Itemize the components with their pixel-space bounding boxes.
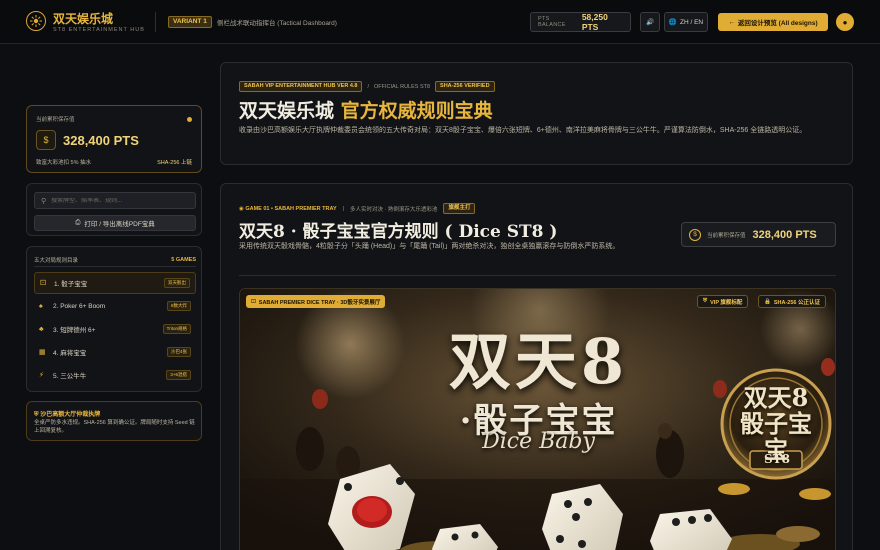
coin-icon: $ (689, 228, 701, 241)
printer-icon: ⎙ (75, 219, 81, 226)
search-input[interactable] (51, 197, 192, 204)
balance-label: 当前累积保存值 (36, 117, 75, 123)
target-icon: ◉ (239, 205, 244, 212)
dice-tray-label: SABAH PREMIER DICE TRAY · 3D骰牙实景展厅 (258, 299, 381, 306)
page-title-main: 双天娱乐城 (239, 100, 335, 122)
version-pill: SABAH VIP ENTERTAINMENT HUB VER 4.8 (239, 81, 363, 92)
vip-tag: ⛨ VIP 旗舰标配 (697, 295, 749, 308)
dice-tray-tag: ⚀ SABAH PREMIER DICE TRAY · 3D骰牙实景展厅 (246, 295, 386, 308)
search-card: ⚲ ⎙ 打印 / 导出离线PDF宝典 (26, 183, 202, 236)
sidebar-item-niuniu[interactable]: ⚡ 5. 三公牛牛 3+6混搭 (34, 364, 196, 386)
sidebar-item-tag: 6数大炸 (166, 301, 191, 311)
top-bar: 双天娱乐城 ST8 ENTERTAINMENT HUB VARIANT 1 侧栏… (0, 0, 880, 44)
game-tags: ◉ GAME 01 • SABAH PREMIER TRAY | 多人实时对决 … (239, 203, 476, 214)
nav-title: 五大对局规则目录 (34, 257, 79, 264)
bolt-icon: ⚡ (39, 372, 44, 379)
page-title: 双天娱乐城 官方权威规则宝典 (239, 96, 493, 123)
game-balance: $ 当前累积保存值 328,400 PTS (681, 222, 836, 247)
pts-balance-label: PTS BALANCE (538, 16, 566, 28)
language-label: ZH / EN (679, 18, 704, 26)
game-description: 采用传统双天骰戏骨骼，4粒骰子分「头踊 (Head)」与「尾踊 (Tail)」两… (239, 243, 620, 250)
sidebar-balance-card: 当前累积保存值 $ 328,400 PTS 致富大彩池扣 5% 抽水 SHA-2… (26, 105, 202, 173)
sidebar-item-label: 1. 骰子宝宝 (54, 281, 88, 288)
header-tags: SABAH VIP ENTERTAINMENT HUB VER 4.8 / OF… (239, 81, 495, 92)
sidebar-item-poker-boom[interactable]: ♠ 2. Poker 6+ Boom 6数大炸 (34, 295, 196, 317)
hero-banner-image: ⚀ SABAH PREMIER DICE TRAY · 3D骰牙实景展厅 ⛨ V… (239, 288, 836, 550)
sidebar-item-tag: 双天骰出 (164, 278, 190, 288)
sidebar-item-label: 5. 三公牛牛 (53, 373, 87, 380)
search-box: ⚲ (34, 192, 196, 209)
divider (155, 12, 156, 32)
rules-nav-card: 五大对局规则目录 5 GAMES ⚀ 1. 骰子宝宝 双天骰出 ♠ 2. Pok… (26, 246, 202, 392)
user-icon: ● (842, 17, 848, 27)
game-tag: ◉ GAME 01 • SABAH PREMIER TRAY (239, 206, 337, 212)
sidebar-item-tag: Triton规格 (162, 324, 191, 334)
dice-icon: ⚀ (40, 280, 47, 287)
game-rules-card: ◉ GAME 01 • SABAH PREMIER TRAY | 多人实时对决 … (220, 183, 853, 550)
logo-icon (26, 11, 46, 31)
note-title: ⛨ 沙巴高额大厅仲裁执牌 (34, 409, 100, 419)
back-label: 返回设计预览 (All designs) (737, 20, 818, 27)
sidebar-item-label: 3. 短牌德州 6+ (53, 327, 96, 334)
balance-note: 致富大彩池扣 5% 抽水 (36, 160, 92, 166)
rules-header-card: SABAH VIP ENTERTAINMENT HUB VER 4.8 / OF… (220, 62, 853, 165)
print-label: 打印 / 导出离线PDF宝典 (84, 221, 155, 228)
coin-icon: $ (36, 130, 56, 150)
note-text: 全桌严防多水违规。SHA-256 算到确公证。牌局随时支持 Seed 链上回溯复… (34, 420, 195, 434)
language-toggle-button[interactable]: 🌐 ZH / EN (664, 12, 708, 32)
breadcrumb: OFFICIAL RULES ST8 (374, 83, 431, 90)
status-dot (187, 117, 192, 122)
sidebar-item-short-deck[interactable]: ♣ 3. 短牌德州 6+ Triton规格 (34, 318, 196, 340)
sidebar-item-dice-baby[interactable]: ⚀ 1. 骰子宝宝 双天骰出 (34, 272, 196, 294)
game-tag-text: GAME 01 • SABAH PREMIER TRAY (245, 205, 337, 212)
flagship-pill: 旗舰主打 (443, 203, 476, 214)
brand-subtitle: ST8 ENTERTAINMENT HUB (53, 27, 145, 33)
sidebar-item-label: 4. 麻将宝宝 (53, 350, 87, 357)
sidebar-item-tag: 3+6混搭 (166, 370, 191, 380)
arrow-left-icon: ← (728, 18, 735, 26)
note-title-text: 沙巴高额大厅仲裁执牌 (40, 412, 101, 418)
pts-balance: PTS BALANCE 58,250 PTS (530, 12, 631, 32)
variant-badge: VARIANT 1 (168, 16, 212, 28)
variant-description: 侧栏战术联动指挥台 (Tactical Dashboard) (217, 20, 337, 27)
game-balance-label: 当前累积保存值 (707, 232, 746, 239)
speaker-icon: 🔊 (645, 19, 655, 26)
sound-toggle-button[interactable]: 🔊 (640, 12, 660, 32)
back-to-designs-button[interactable]: ← 返回设计预览 (All designs) (718, 13, 828, 31)
verified-pill: SHA-256 VERIFIED (435, 81, 495, 92)
sha-label: SHA-256 公正认证 (773, 299, 821, 306)
club-icon: ♣ (39, 325, 44, 333)
page-title-accent: 官方权威规则宝典 (340, 100, 493, 122)
game-title: 双天8 · 骰子宝宝官方规则 ( Dice ST8 ) (239, 222, 558, 242)
game-balance-value: 328,400 PTS (752, 228, 817, 241)
breadcrumb-sep: / (367, 83, 370, 90)
search-icon: ⚲ (41, 197, 47, 205)
shield-icon: ⛨ (34, 412, 39, 418)
nav-count: 5 GAMES (171, 256, 196, 263)
sidebar-item-tag: 沙巴4张 (166, 347, 191, 357)
vip-label: VIP 旗舰标配 (710, 299, 743, 306)
divider (239, 275, 836, 276)
brand-title: 双天娱乐城 (53, 12, 114, 26)
grid-icon: ▦ (39, 349, 46, 356)
tag-sep: | (342, 205, 345, 212)
sha-tag: 🔒 SHA-256 公正认证 (758, 295, 827, 308)
spade-icon: ♠ (39, 302, 43, 310)
lock-icon: 🔒 (764, 298, 771, 305)
balance-amount: 328,400 PTS (63, 133, 139, 148)
user-avatar[interactable]: ● (836, 13, 854, 31)
balance-verify: SHA-256 上链 (157, 160, 192, 166)
sidebar-item-mahjong[interactable]: ▦ 4. 麻将宝宝 沙巴4张 (34, 341, 196, 363)
shield-icon: ⛨ (703, 298, 708, 304)
pts-balance-value: 58,250 PTS (581, 12, 608, 32)
sidebar-item-label: 2. Poker 6+ Boom (53, 302, 106, 310)
arbitration-note-card: ⛨ 沙巴高额大厅仲裁执牌 全桌严防多水违规。SHA-256 算到确公证。牌局随时… (26, 401, 202, 441)
dice-icon: ⚀ (251, 298, 256, 305)
game-mode: 多人实时对决 · 熟倒滚存大乐透彩池 (350, 206, 438, 213)
print-export-button[interactable]: ⎙ 打印 / 导出离线PDF宝典 (34, 215, 196, 231)
globe-icon: 🌐 (668, 19, 677, 26)
page-description: 收录由沙巴高额娱乐大厅执牌仲裁委员会统领的五大传奇对局：双天8骰子宝宝、爆倍六张… (239, 127, 807, 134)
nav-header: 五大对局规则目录 5 GAMES (34, 253, 196, 267)
medal-code: ST8 (764, 452, 790, 466)
